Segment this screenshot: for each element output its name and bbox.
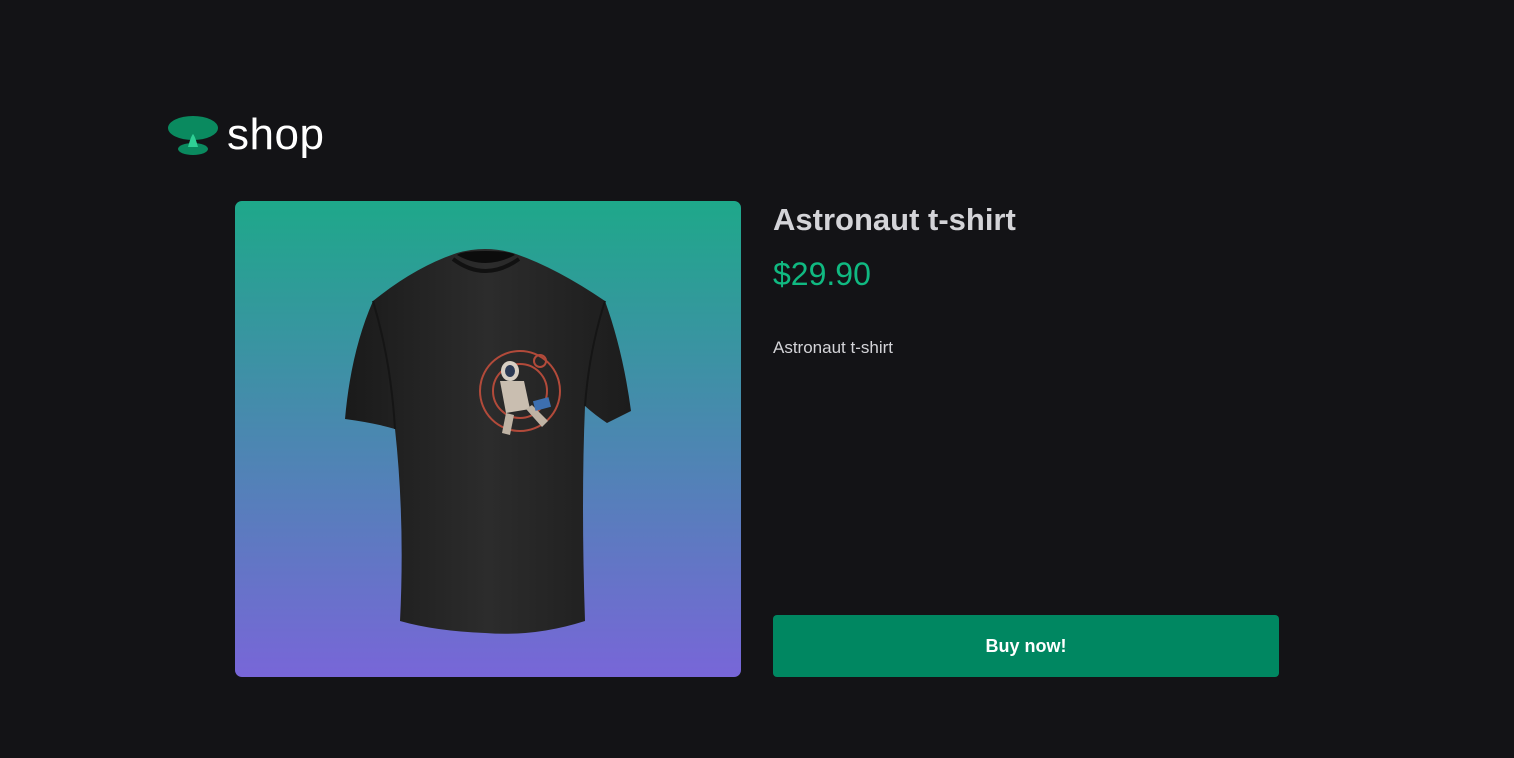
product-price: $29.90	[773, 256, 871, 292]
product-info: Astronaut t-shirt $29.90 Astronaut t-shi…	[773, 201, 1279, 677]
product-image	[235, 201, 741, 677]
site-logo[interactable]: shop	[167, 110, 324, 160]
mushroom-cloud-icon	[167, 114, 219, 156]
product-title: Astronaut t-shirt	[773, 202, 1016, 237]
product-page: shop Astronaut t-shirt $29.90 Astronaut …	[0, 0, 1514, 758]
product-description: Astronaut t-shirt	[773, 338, 893, 357]
logo-text: shop	[227, 110, 325, 159]
buy-now-button[interactable]: Buy now!	[773, 615, 1279, 677]
